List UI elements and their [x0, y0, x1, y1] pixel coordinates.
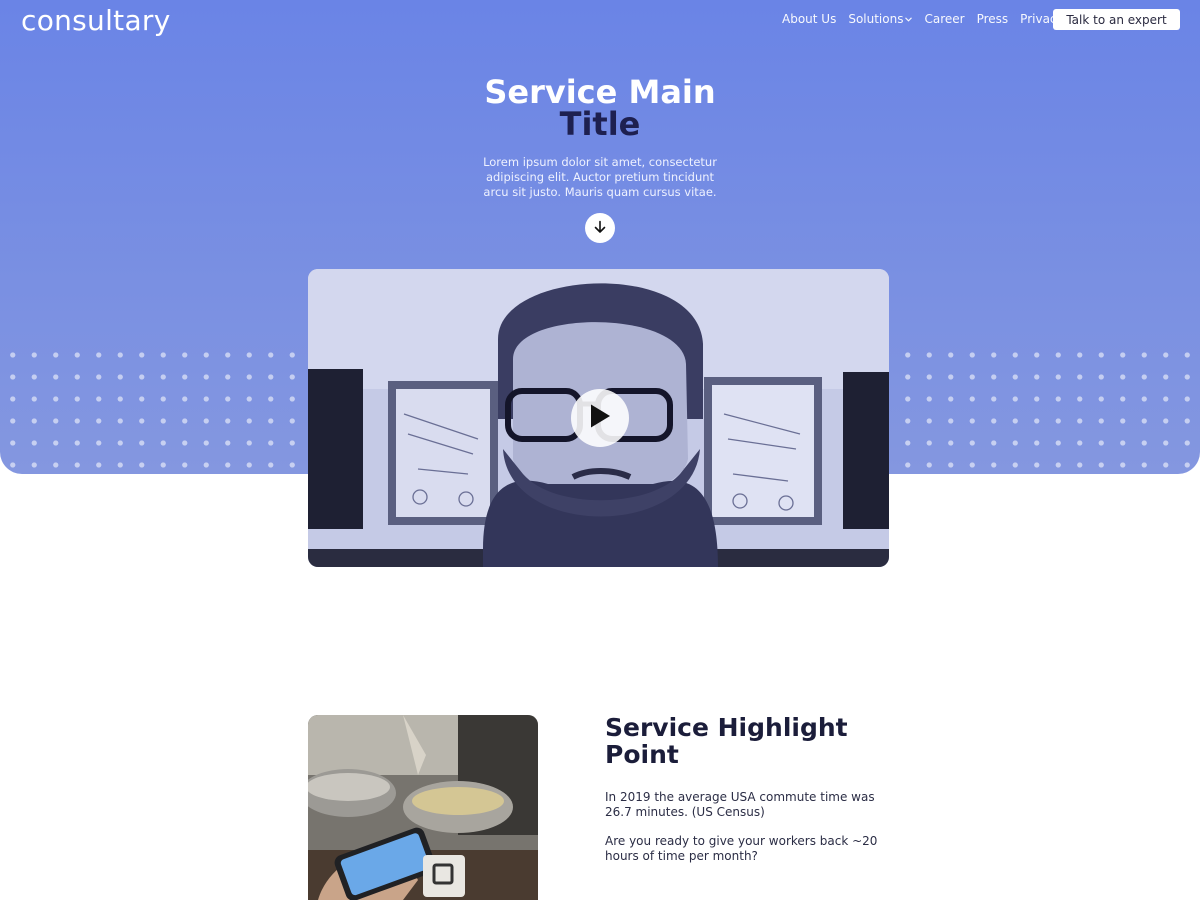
highlight-paragraph-1: In 2019 the average USA commute time was… [605, 790, 875, 819]
main-nav: About Us Solutions Career Press Privacy [782, 12, 1064, 26]
highlight-title: Service Highlight Point [605, 713, 848, 769]
brand-logo[interactable]: consultary [21, 4, 171, 37]
page-title: Service Main Title [400, 76, 800, 140]
talk-to-expert-button[interactable]: Talk to an expert [1053, 9, 1180, 30]
scroll-down-button[interactable] [585, 213, 615, 243]
play-button[interactable] [571, 389, 629, 447]
nav-item-solutions[interactable]: Solutions [848, 12, 913, 26]
nav-item-press[interactable]: Press [977, 12, 1009, 26]
arrow-down-icon [593, 219, 607, 238]
video-player[interactable] [308, 269, 889, 567]
nav-item-solutions-label: Solutions [848, 12, 904, 26]
nav-item-career[interactable]: Career [924, 12, 964, 26]
play-icon [588, 403, 612, 433]
highlight-paragraph-2: Are you ready to give your workers back … [605, 834, 878, 863]
page-title-line-1: Service Main [484, 73, 716, 111]
nav-item-about-us[interactable]: About Us [782, 12, 836, 26]
chevron-down-icon [905, 15, 913, 24]
decorative-dot-grid-right [897, 344, 1200, 468]
service-photo-image [308, 715, 538, 900]
hero-description: Lorem ipsum dolor sit amet, consectetur … [483, 155, 717, 199]
decorative-dot-grid-left [2, 344, 300, 468]
service-photo [308, 715, 538, 900]
page-title-line-2: Title [559, 105, 641, 143]
